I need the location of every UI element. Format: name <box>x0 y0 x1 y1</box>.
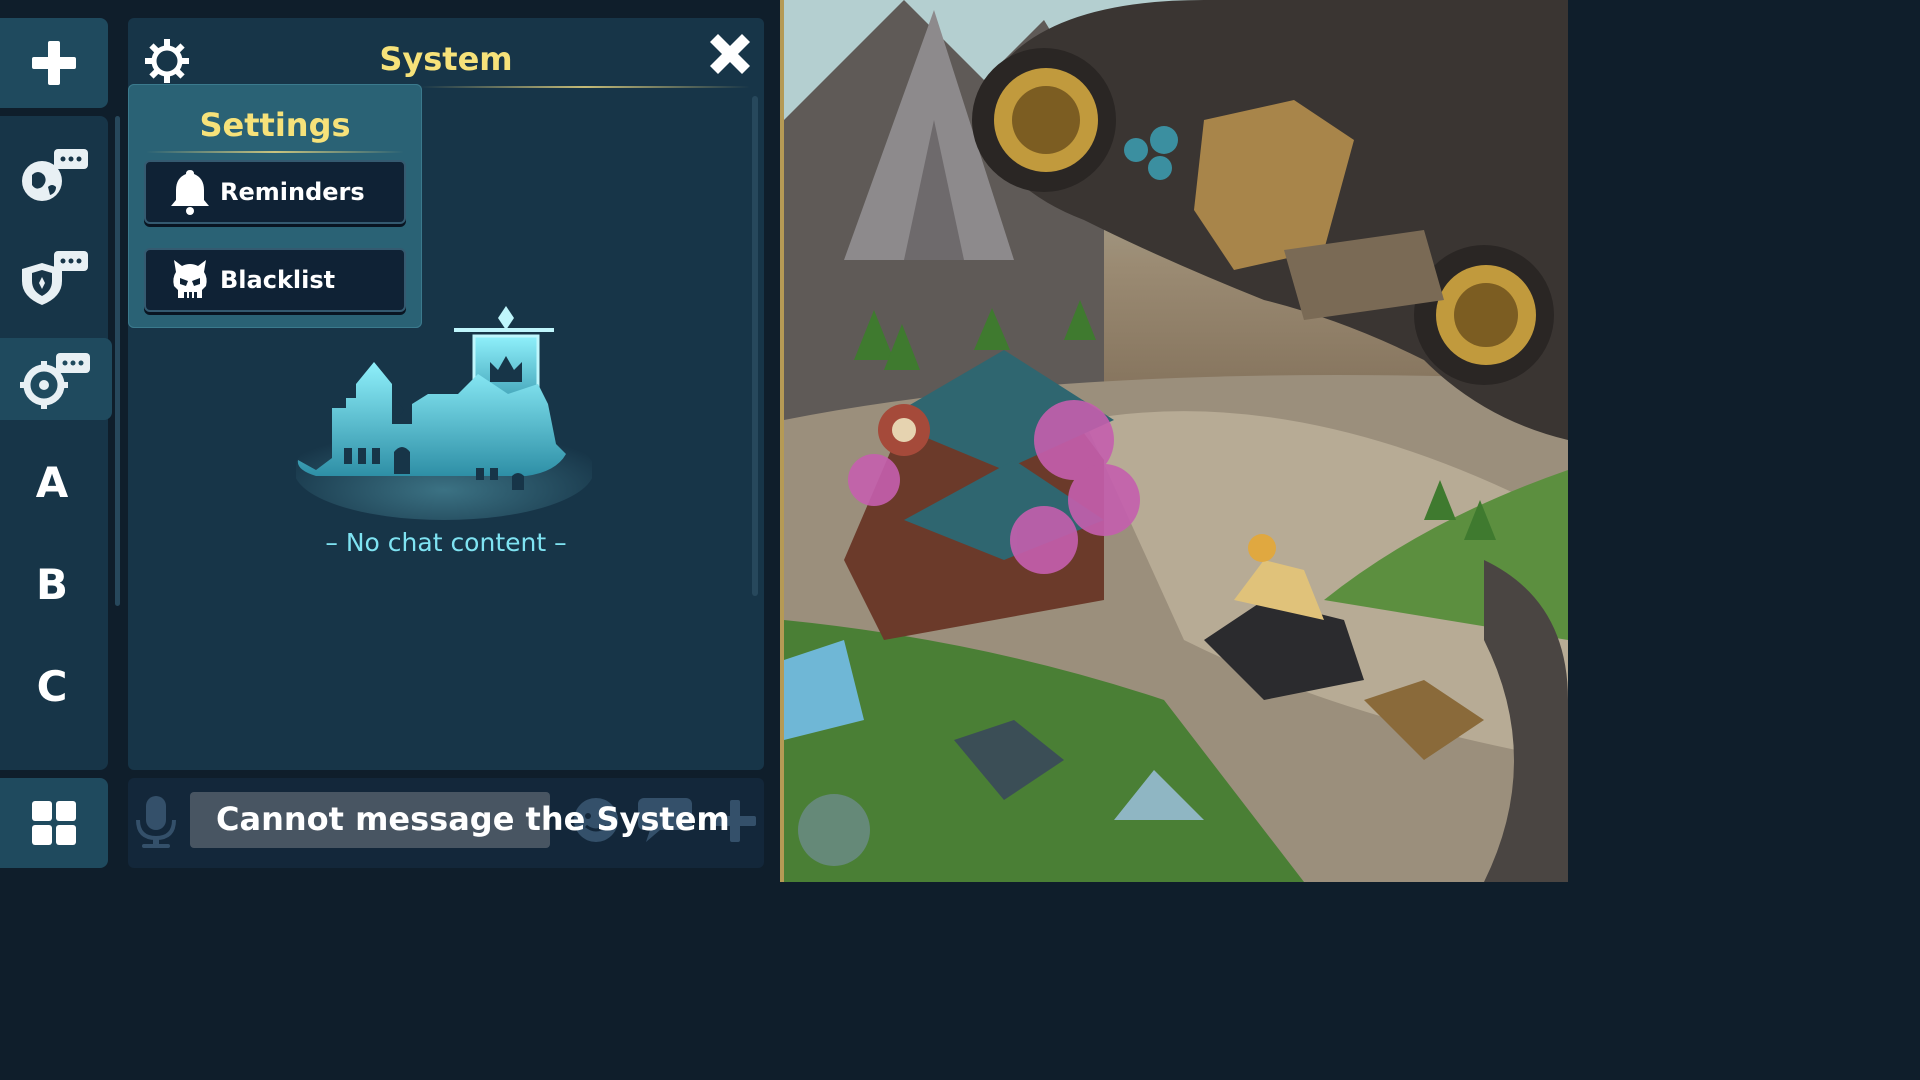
bell-icon <box>171 170 209 215</box>
skull-icon <box>173 260 207 298</box>
tab-world-chat[interactable] <box>0 130 108 220</box>
settings-gear-button[interactable] <box>144 38 190 84</box>
plus-icon <box>32 41 76 85</box>
globe-chat-icon <box>22 149 88 201</box>
rail-letter-b[interactable]: B <box>0 560 104 609</box>
rail-letter-c[interactable]: C <box>0 662 104 711</box>
rail-scrollbar[interactable] <box>115 116 120 606</box>
add-button[interactable] <box>0 18 108 108</box>
tab-guild-chat[interactable] <box>0 232 108 322</box>
settings-menu-title: Settings <box>199 106 351 144</box>
settings-menu-divider <box>146 151 404 153</box>
grid-menu-button[interactable] <box>0 778 108 868</box>
empty-state-illustration <box>294 300 594 520</box>
reminders-button[interactable]: Reminders <box>144 160 406 224</box>
rail-letter-a[interactable]: A <box>0 458 104 507</box>
title-divider <box>420 86 750 88</box>
microphone-icon <box>136 796 176 848</box>
voice-button[interactable] <box>134 794 178 850</box>
blacklist-label: Blacklist <box>220 266 336 294</box>
reminders-label: Reminders <box>220 178 365 206</box>
grid-icon <box>32 801 76 845</box>
gear-chat-icon <box>20 353 90 409</box>
panel-title: System <box>379 40 513 78</box>
empty-chat-text: – No chat content – <box>325 528 567 557</box>
tab-system-chat[interactable] <box>0 338 112 420</box>
close-button[interactable] <box>704 28 756 80</box>
game-map-view[interactable] <box>784 0 1568 882</box>
close-icon <box>710 34 750 74</box>
gear-icon <box>145 39 189 83</box>
chat-scrollbar[interactable] <box>752 96 758 596</box>
cannot-message-toast: Cannot message the System <box>216 800 730 838</box>
shield-chat-icon <box>22 251 88 305</box>
